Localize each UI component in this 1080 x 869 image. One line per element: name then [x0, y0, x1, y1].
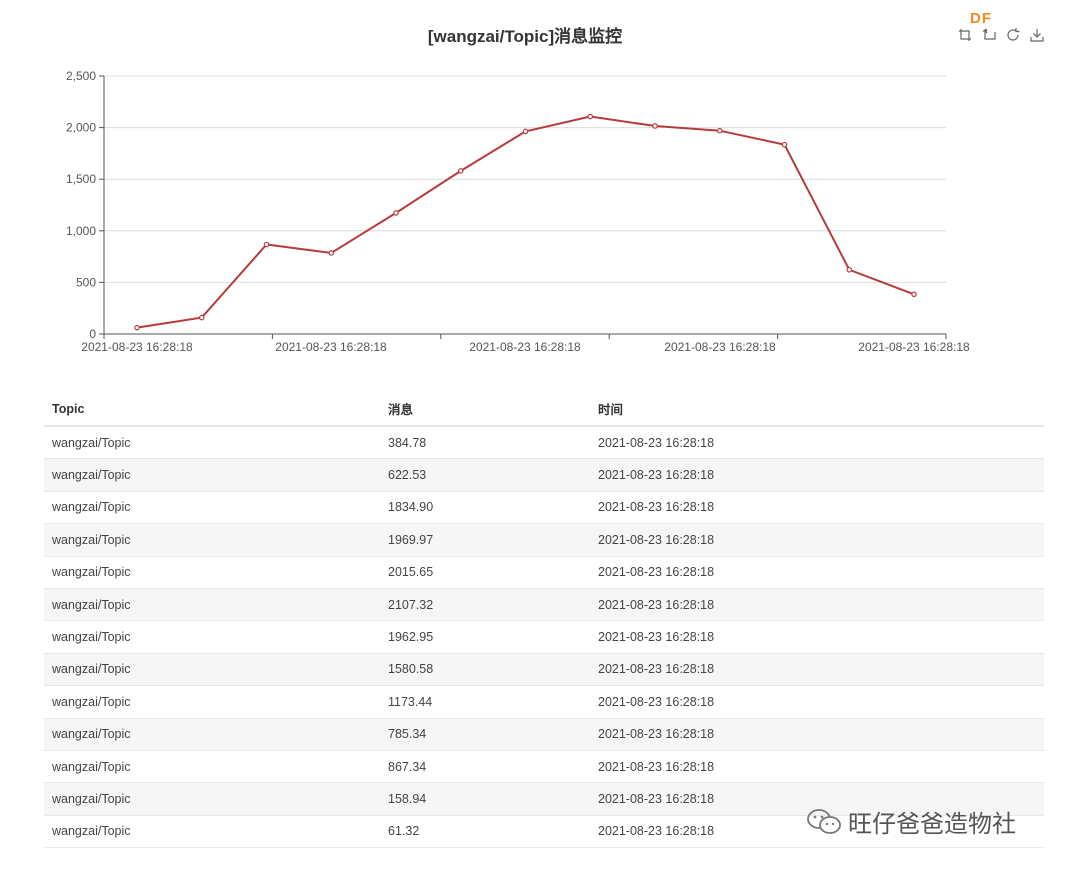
- table-row: wangzai/Topic 1173.44 2021-08-23 16:28:18: [44, 685, 1044, 719]
- cell-topic: wangzai/Topic: [44, 588, 380, 622]
- data-table: Topic 消息 时间 wangzai/Topic 384.78 2021-08-2…: [44, 392, 1044, 849]
- cell-message: 2015.65: [380, 556, 590, 589]
- cell-message: 1969.97: [380, 523, 590, 557]
- header-message: 消息: [380, 392, 590, 427]
- table-row: wangzai/Topic 1580.58 2021-08-23 16:28:18: [44, 653, 1044, 687]
- data-point: [263, 241, 270, 248]
- data-point: [134, 324, 140, 331]
- data-point: [328, 250, 335, 256]
- x-tick-label: 2021-08-23 16:28:18: [664, 340, 776, 354]
- cell-topic: wangzai/Topic: [44, 653, 380, 687]
- page: [wangzai/Topic]消息监控 DF 0 500 1,000 1,500 2,0…: [0, 0, 1080, 869]
- cell-message: 785.34: [380, 718, 590, 751]
- table-header-row: Topic 消息 时间: [44, 392, 1044, 427]
- cell-message: 158.94: [380, 782, 590, 816]
- table-row: wangzai/Topic 1969.97 2021-08-23 16:28:18: [44, 523, 1044, 557]
- table-row: wangzai/Topic 785.34 2021-08-23 16:28:18: [44, 718, 1044, 751]
- refresh-icon[interactable]: [1004, 26, 1022, 44]
- cell-topic: wangzai/Topic: [44, 458, 380, 492]
- cell-time: 2021-08-23 16:28:18: [590, 588, 1044, 622]
- cell-message: 622.53: [380, 458, 590, 492]
- header-topic: Topic: [44, 392, 380, 427]
- zoom-icon[interactable]: [956, 26, 974, 44]
- data-point: [846, 266, 853, 273]
- cell-message: 867.34: [380, 750, 590, 784]
- x-tick-label: 2021-08-23 16:28:18: [81, 340, 193, 354]
- cell-time: 2021-08-23 16:28:18: [590, 718, 1044, 751]
- chart-toolbox: [956, 26, 1046, 44]
- cell-time: 2021-08-23 16:28:18: [590, 523, 1044, 557]
- cell-topic: wangzai/Topic: [44, 426, 380, 460]
- cell-topic: wangzai/Topic: [44, 556, 380, 589]
- table-row: wangzai/Topic 867.34 2021-08-23 16:28:18: [44, 750, 1044, 784]
- watermark: 旺仔爸爸造物社: [806, 804, 1016, 839]
- table-row: wangzai/Topic 1834.90 2021-08-23 16:28:18: [44, 491, 1044, 525]
- y-tick-label: 1,500: [66, 172, 96, 186]
- cell-topic: wangzai/Topic: [44, 685, 380, 719]
- header-time: 时间: [590, 392, 1044, 427]
- cell-topic: wangzai/Topic: [44, 491, 380, 525]
- cell-topic: wangzai/Topic: [44, 750, 380, 784]
- data-point: [781, 141, 788, 148]
- cell-time: 2021-08-23 16:28:18: [590, 556, 1044, 589]
- cell-topic: wangzai/Topic: [44, 718, 380, 751]
- cell-message: 384.78: [380, 426, 590, 460]
- data-point: [198, 314, 205, 321]
- table-row: wangzai/Topic 2015.65 2021-08-23 16:28:18: [44, 556, 1044, 589]
- cell-time: 2021-08-23 16:28:18: [590, 458, 1044, 492]
- cell-time: 2021-08-23 16:28:18: [590, 653, 1044, 687]
- line-chart: 0 500 1,000 1,500 2,000 2,500 2021-08-23 16:28…: [66, 69, 970, 354]
- data-point: [457, 168, 464, 174]
- cell-time: 2021-08-23 16:28:18: [590, 491, 1044, 525]
- cell-message: 2107.32: [380, 588, 590, 622]
- data-point: [652, 123, 658, 129]
- cell-time: 2021-08-23 16:28:18: [590, 620, 1044, 654]
- y-tick-label: 0: [89, 327, 96, 341]
- table-row: wangzai/Topic 1962.95 2021-08-23 16:28:18: [44, 620, 1044, 654]
- cell-topic: wangzai/Topic: [44, 620, 380, 654]
- cell-time: 2021-08-23 16:28:18: [590, 426, 1044, 460]
- cell-time: 2021-08-23 16:28:18: [590, 750, 1044, 784]
- table-row: wangzai/Topic 384.78 2021-08-23 16:28:18: [44, 426, 1044, 460]
- zoom-reset-icon[interactable]: [980, 26, 998, 44]
- download-icon[interactable]: [1028, 26, 1046, 44]
- cell-time: 2021-08-23 16:28:18: [590, 685, 1044, 719]
- cell-message: 1834.90: [380, 491, 590, 525]
- data-point: [393, 210, 399, 216]
- x-tick-label: 2021-08-23 16:28:18: [858, 340, 970, 354]
- cell-message: 1580.58: [380, 653, 590, 687]
- data-point: [911, 291, 917, 298]
- y-tick-label: 1,000: [66, 224, 96, 238]
- chart-title: [wangzai/Topic]消息监控: [427, 27, 623, 46]
- data-point: [716, 127, 723, 134]
- data-point: [522, 128, 529, 135]
- wechat-icon: [807, 808, 841, 834]
- table-row: wangzai/Topic 2107.32 2021-08-23 16:28:18: [44, 588, 1044, 622]
- y-tick-label: 500: [76, 275, 96, 289]
- data-point: [587, 113, 594, 120]
- table-row: wangzai/Topic 622.53 2021-08-23 16:28:18: [44, 458, 1044, 492]
- series-line: [136, 115, 915, 329]
- x-tick-label: 2021-08-23 16:28:18: [469, 340, 581, 354]
- watermark-text: 旺仔爸爸造物社: [848, 810, 1016, 838]
- cell-message: 1962.95: [380, 620, 590, 654]
- cell-message: 61.32: [380, 815, 590, 849]
- x-tick-label: 2021-08-23 16:28:18: [275, 340, 387, 354]
- cell-message: 1173.44: [380, 685, 590, 719]
- cell-topic: wangzai/Topic: [44, 523, 380, 557]
- cell-topic: wangzai/Topic: [44, 782, 380, 816]
- y-tick-label: 2,000: [66, 121, 96, 135]
- df-logo: DF: [970, 10, 992, 27]
- y-tick-label: 2,500: [66, 69, 96, 83]
- cell-topic: wangzai/Topic: [44, 815, 380, 849]
- table-body: wangzai/Topic 384.78 2021-08-23 16:28:18 wa…: [44, 426, 1044, 849]
